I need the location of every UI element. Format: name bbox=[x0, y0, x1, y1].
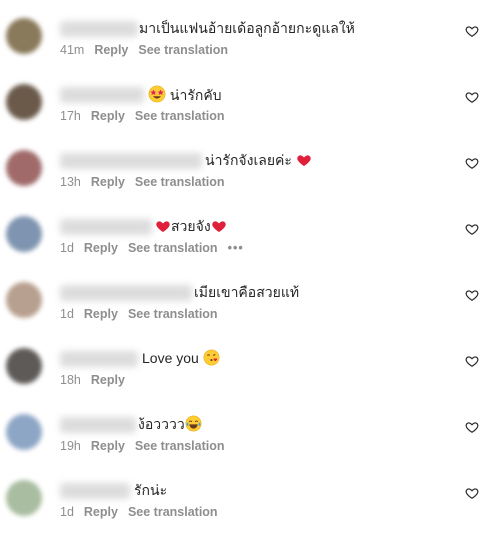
comment-time: 13h bbox=[60, 175, 81, 189]
comment-item: น่ารักคับ 17h Reply See translation bbox=[0, 84, 487, 150]
avatar[interactable] bbox=[6, 480, 42, 516]
comment-time: 1d bbox=[60, 307, 74, 321]
comment-meta: 13h Reply See translation bbox=[60, 174, 235, 190]
username-blurred[interactable] bbox=[60, 483, 130, 499]
reply-button[interactable]: Reply bbox=[94, 42, 128, 58]
more-options-icon[interactable]: ••• bbox=[228, 240, 244, 256]
see-translation-link[interactable]: See translation bbox=[128, 240, 218, 256]
comment-time: 41m bbox=[60, 43, 85, 57]
comment-meta: 17h Reply See translation bbox=[60, 108, 235, 124]
avatar[interactable] bbox=[6, 18, 42, 54]
heart-icon[interactable] bbox=[465, 288, 479, 302]
see-translation-link[interactable]: See translation bbox=[135, 108, 225, 124]
comment-item: ง้อวววว 19h Reply See translation bbox=[0, 414, 487, 480]
kissing-face-emoji bbox=[203, 349, 220, 366]
comment-text: มาเป็นแฟนอ้ายเด้อลูกอ้ายกะดูแลให้ bbox=[139, 20, 355, 36]
reply-button[interactable]: Reply bbox=[91, 438, 125, 454]
avatar[interactable] bbox=[6, 84, 42, 120]
comment-time: 1d bbox=[60, 505, 74, 519]
heart-icon[interactable] bbox=[465, 222, 479, 236]
comment-time: 19h bbox=[60, 439, 81, 453]
avatar[interactable] bbox=[6, 348, 42, 384]
red-heart-emoji bbox=[156, 221, 170, 232]
heart-icon[interactable] bbox=[465, 354, 479, 368]
reply-button[interactable]: Reply bbox=[91, 372, 125, 388]
red-heart-emoji bbox=[211, 221, 226, 232]
reply-button[interactable]: Reply bbox=[91, 174, 125, 190]
comment-text: น่ารักคับ bbox=[148, 85, 222, 104]
heart-icon[interactable] bbox=[465, 90, 479, 104]
comment-meta: 1d Reply See translation bbox=[60, 306, 228, 322]
red-heart-emoji bbox=[297, 155, 311, 166]
reply-button[interactable]: Reply bbox=[84, 504, 118, 520]
reply-button[interactable]: Reply bbox=[84, 240, 118, 256]
comment-text: Love you bbox=[142, 349, 220, 367]
reply-button[interactable]: Reply bbox=[91, 108, 125, 124]
username-blurred[interactable] bbox=[60, 153, 202, 169]
comment-meta: 1d Reply See translation bbox=[60, 504, 228, 520]
comment-time: 17h bbox=[60, 109, 81, 123]
comment-meta: 1d Reply See translation ••• bbox=[60, 240, 254, 256]
avatar[interactable] bbox=[6, 150, 42, 186]
username-blurred[interactable] bbox=[60, 417, 136, 433]
comment-text: รักน่ะ bbox=[134, 482, 168, 498]
comment-item: รักน่ะ 1d Reply See translation bbox=[0, 480, 487, 546]
username-blurred[interactable] bbox=[60, 21, 138, 37]
comment-text: เมียเขาคือสวยแท้ bbox=[194, 284, 300, 300]
avatar[interactable] bbox=[6, 216, 42, 252]
see-translation-link[interactable]: See translation bbox=[128, 306, 218, 322]
comment-item: Love you 18h Reply bbox=[0, 348, 487, 414]
comment-meta: 19h Reply See translation bbox=[60, 438, 235, 454]
comment-item: เมียเขาคือสวยแท้ 1d Reply See translation bbox=[0, 282, 487, 348]
username-blurred[interactable] bbox=[60, 219, 152, 235]
see-translation-link[interactable]: See translation bbox=[128, 504, 218, 520]
heart-icon[interactable] bbox=[465, 486, 479, 500]
comment-meta: 18h Reply bbox=[60, 372, 135, 388]
comment-item: มาเป็นแฟนอ้ายเด้อลูกอ้ายกะดูแลให้ 41m Rep… bbox=[0, 18, 487, 84]
username-blurred[interactable] bbox=[60, 351, 138, 367]
comment-list: มาเป็นแฟนอ้ายเด้อลูกอ้ายกะดูแลให้ 41m Rep… bbox=[0, 0, 487, 544]
avatar[interactable] bbox=[6, 282, 42, 318]
comment-time: 18h bbox=[60, 373, 81, 387]
see-translation-link[interactable]: See translation bbox=[138, 42, 228, 58]
reply-button[interactable]: Reply bbox=[84, 306, 118, 322]
comment-meta: 41m Reply See translation bbox=[60, 42, 238, 58]
comment-item: สวยจัง 1d Reply See translation ••• bbox=[0, 216, 487, 282]
heart-icon[interactable] bbox=[465, 24, 479, 38]
heart-icon[interactable] bbox=[465, 420, 479, 434]
see-translation-link[interactable]: See translation bbox=[135, 174, 225, 190]
username-blurred[interactable] bbox=[60, 285, 192, 301]
avatar[interactable] bbox=[6, 414, 42, 450]
comment-time: 1d bbox=[60, 241, 74, 255]
tears-of-joy-emoji bbox=[185, 415, 202, 432]
comment-text: น่ารักจังเลยค่ะ bbox=[205, 151, 312, 169]
see-translation-link[interactable]: See translation bbox=[135, 438, 225, 454]
username-blurred[interactable] bbox=[60, 87, 144, 103]
comment-text: สวยจัง bbox=[155, 217, 227, 235]
comment-item: น่ารักจังเลยค่ะ 13h Reply See translation bbox=[0, 150, 487, 216]
star-struck-emoji bbox=[148, 85, 166, 103]
comment-text: ง้อวววว bbox=[138, 415, 202, 433]
heart-icon[interactable] bbox=[465, 156, 479, 170]
